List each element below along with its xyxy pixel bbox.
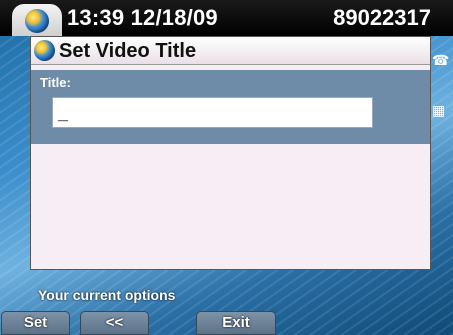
title-field-panel: Title: _ — [31, 70, 430, 144]
dialog-titlebar: Set Video Title — [31, 37, 430, 65]
options-label: Your current options — [38, 287, 176, 303]
keypad-icon: ▦ — [432, 102, 446, 118]
datetime: 13:39 12/18/09 — [67, 5, 218, 30]
set-video-title-dialog: Set Video Title Title: _ — [30, 36, 431, 270]
set-softkey[interactable]: Set — [1, 311, 70, 335]
phone-icon: ☎ — [432, 52, 450, 68]
globe-icon — [25, 9, 49, 33]
status-bar: 13:39 12/18/09 89022317 — [0, 0, 453, 36]
dialog-title: Set Video Title — [59, 40, 197, 62]
title-label: Title: — [40, 75, 71, 90]
exit-softkey[interactable]: Exit — [196, 311, 276, 335]
phone-extension: 89022317 — [333, 5, 431, 30]
globe-icon — [34, 40, 55, 61]
title-input[interactable] — [52, 97, 373, 128]
back-softkey[interactable]: << — [80, 311, 149, 335]
line-tab[interactable] — [12, 4, 62, 36]
text-cursor: _ — [58, 103, 69, 123]
